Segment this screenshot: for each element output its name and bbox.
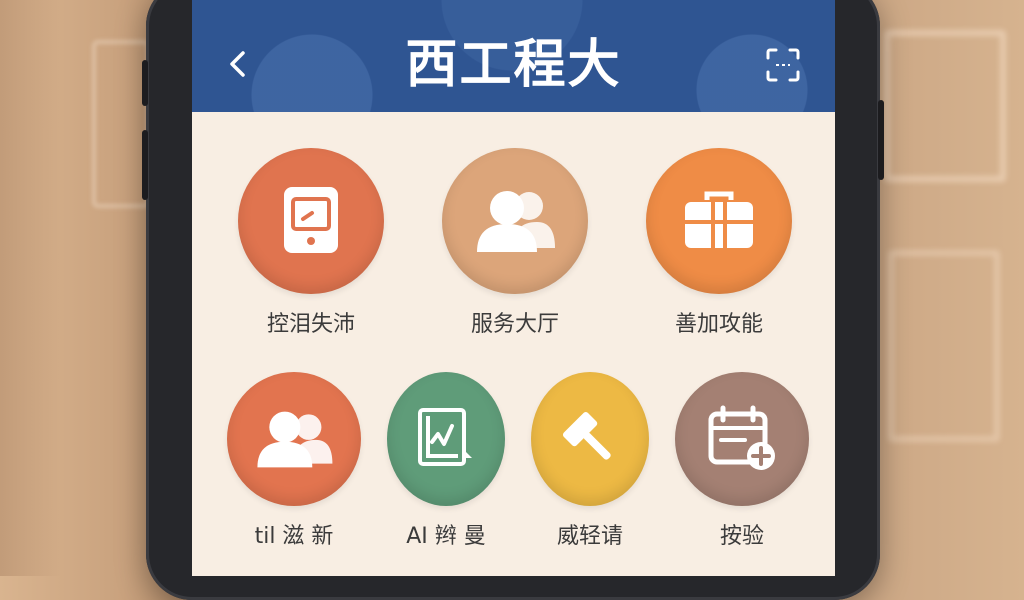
icon-circle [675,372,809,506]
item-label: 威轻请 [556,524,623,549]
item-label: 按验 [719,524,764,549]
users-icon [477,191,555,252]
background-frame [884,30,1006,182]
phone-side-button [142,130,148,200]
grid-item-1[interactable]: 控泪失沛 [236,148,386,338]
hammer-icon [562,411,611,460]
item-label: AI 辫 曼 [406,524,486,549]
app-header: 西工程大 [192,0,835,112]
icon-circle [442,148,588,294]
icon-circle [531,372,649,506]
icon-circle [238,148,384,294]
icon-circle [387,372,505,506]
grid-item-5[interactable]: AI 辫 曼 [386,372,506,550]
page-title: 西工程大 [405,35,622,95]
toolbox-icon [685,191,753,248]
background-wall [0,0,60,576]
phone-side-button [142,60,148,106]
grid-item-7[interactable]: 按验 [674,372,810,550]
grid-item-3[interactable]: 善加攻能 [644,148,794,338]
grid-item-6[interactable]: 威轻请 [530,372,650,550]
icon-circle [646,148,792,294]
item-label: 服务大厅 [470,312,559,337]
tablet-icon [284,187,338,253]
calendar-add-icon [708,405,775,470]
scan-button[interactable] [766,48,800,82]
app-screen: 西工程大 控泪失沛 服务大厅 善加攻能 til 滋 新 AI 辫 曼 威轻请 按… [192,0,835,576]
icon-circle [227,372,361,506]
item-label: 善加攻能 [674,312,763,337]
scan-icon [766,48,800,82]
item-label: 控泪失沛 [266,312,355,337]
users-icon [257,411,333,468]
grid-item-2[interactable]: 服务大厅 [440,148,590,338]
grid-item-4[interactable]: til 滋 新 [226,372,362,550]
background-frame [888,250,1000,442]
item-label: til 滋 新 [254,524,334,549]
phone-side-button [878,100,884,180]
chart-document-icon [418,408,472,466]
